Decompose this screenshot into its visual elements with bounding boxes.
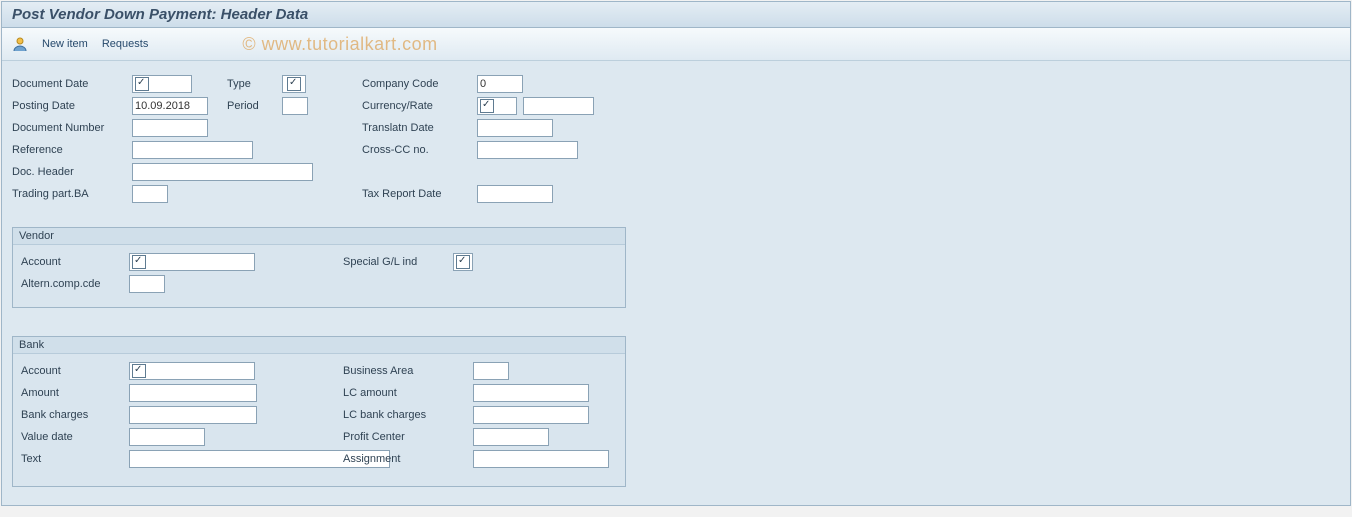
field-reference: Reference	[12, 139, 313, 161]
tax-report-date-input[interactable]	[477, 185, 553, 203]
field-bank-charges: Bank charges	[21, 404, 390, 426]
value-date-input[interactable]	[129, 428, 205, 446]
field-bank-account: Account	[21, 360, 390, 382]
toolbar-new-item[interactable]: New item	[42, 38, 88, 50]
field-translatn-date: Translatn Date	[362, 117, 594, 139]
group-bank: Bank Account Amount Bank charges	[12, 336, 626, 487]
document-number-input[interactable]	[132, 119, 208, 137]
field-tax-report-date: Tax Report Date	[362, 183, 594, 205]
amount-input[interactable]	[129, 384, 257, 402]
field-period: Period	[227, 95, 308, 117]
group-vendor-title: Vendor	[13, 228, 625, 245]
lc-bank-charges-input[interactable]	[473, 406, 589, 424]
field-company-code: Company Code	[362, 73, 594, 95]
assignment-input[interactable]	[473, 450, 609, 468]
field-special-gl-ind: Special G/L ind	[343, 251, 473, 273]
group-vendor: Vendor Account Altern.comp.cde	[12, 227, 626, 308]
toolbar: New item Requests © www.tutorialkart.com	[2, 28, 1350, 61]
group-bank-title: Bank	[13, 337, 625, 354]
field-amount: Amount	[21, 382, 390, 404]
period-input[interactable]	[282, 97, 308, 115]
watermark: © www.tutorialkart.com	[242, 34, 437, 55]
field-value-date: Value date	[21, 426, 390, 448]
cross-cc-no-input[interactable]	[477, 141, 578, 159]
user-icon[interactable]	[12, 36, 28, 52]
bank-account-checkbox[interactable]	[132, 364, 146, 378]
vendor-account-checkbox[interactable]	[132, 255, 146, 269]
field-lc-bank-charges: LC bank charges	[343, 404, 609, 426]
field-vendor-account: Account	[21, 251, 255, 273]
field-type: Type	[227, 73, 308, 95]
reference-input[interactable]	[132, 141, 253, 159]
altern-comp-cde-input[interactable]	[129, 275, 165, 293]
field-profit-center: Profit Center	[343, 426, 609, 448]
window-title-bar: Post Vendor Down Payment: Header Data	[2, 2, 1350, 28]
toolbar-requests[interactable]: Requests	[102, 38, 148, 50]
field-document-number: Document Number	[12, 117, 313, 139]
field-text: Text	[21, 448, 390, 470]
posting-date-input[interactable]	[132, 97, 208, 115]
field-lc-amount: LC amount	[343, 382, 609, 404]
header-data-block: Document Date Posting Date Document Numb…	[12, 73, 1340, 213]
bank-charges-input[interactable]	[129, 406, 257, 424]
company-code-input[interactable]	[477, 75, 523, 93]
translatn-date-input[interactable]	[477, 119, 553, 137]
field-doc-header: Doc. Header	[12, 161, 313, 183]
field-currency-rate: Currency/Rate	[362, 95, 594, 117]
field-trading-part-ba: Trading part.BA	[12, 183, 313, 205]
document-date-checkbox[interactable]	[135, 77, 149, 91]
type-checkbox[interactable]	[287, 77, 301, 91]
business-area-input[interactable]	[473, 362, 509, 380]
body-area: Document Date Posting Date Document Numb…	[2, 61, 1350, 505]
special-gl-ind-checkbox[interactable]	[456, 255, 470, 269]
profit-center-input[interactable]	[473, 428, 549, 446]
field-assignment: Assignment	[343, 448, 609, 470]
field-business-area: Business Area	[343, 360, 609, 382]
lc-amount-input[interactable]	[473, 384, 589, 402]
currency-rate-input2[interactable]	[523, 97, 594, 115]
currency-rate-checkbox[interactable]	[480, 99, 494, 113]
doc-header-input[interactable]	[132, 163, 313, 181]
field-cross-cc-no: Cross-CC no.	[362, 139, 594, 161]
field-altern-comp-cde: Altern.comp.cde	[21, 273, 255, 295]
app-window: Post Vendor Down Payment: Header Data Ne…	[1, 1, 1351, 506]
trading-part-ba-input[interactable]	[132, 185, 168, 203]
window-title: Post Vendor Down Payment: Header Data	[12, 6, 308, 23]
